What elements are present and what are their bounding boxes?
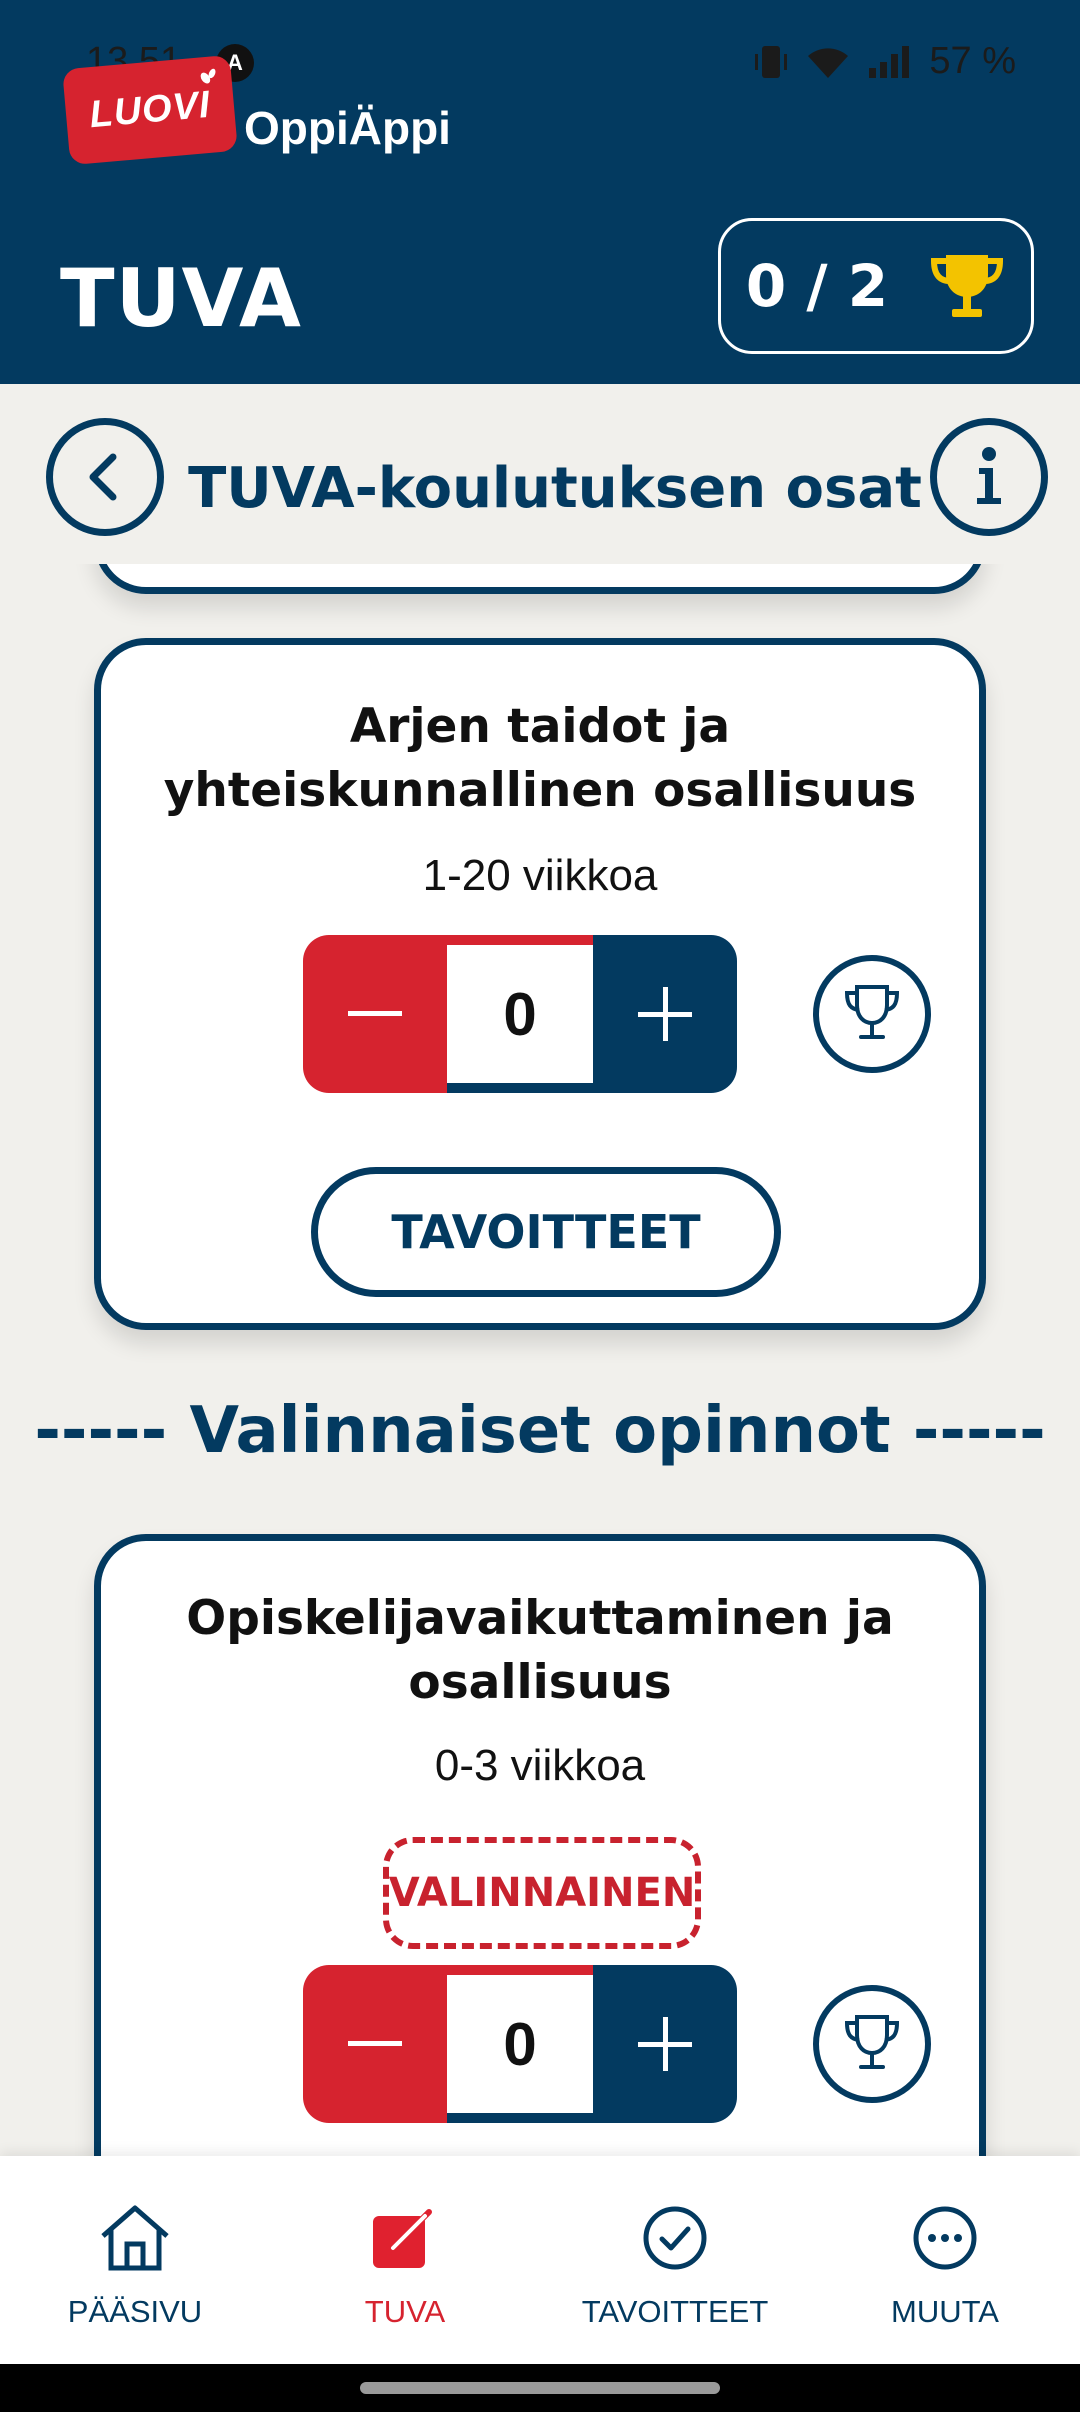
signal-icon bbox=[869, 45, 910, 78]
section-header: TUVA-koulutuksen osat bbox=[0, 384, 1080, 564]
plus-icon bbox=[638, 2017, 692, 2071]
course-card: Opiskelijavaikuttaminen ja osallisuus 0-… bbox=[94, 1534, 986, 2156]
system-gesture-bar bbox=[0, 2364, 1080, 2412]
info-button[interactable] bbox=[930, 418, 1048, 536]
nav-label: MUUTA bbox=[891, 2294, 999, 2329]
course-weeks: 1-20 viikkoa bbox=[422, 851, 658, 900]
app-name: OppiÄppi bbox=[244, 102, 451, 154]
course-list[interactable]: Arjen taidot ja yhteiskunnallinen osalli… bbox=[0, 564, 1080, 2156]
achievement-button[interactable] bbox=[813, 955, 931, 1073]
weeks-stepper: 0 bbox=[303, 1965, 737, 2123]
increment-button[interactable] bbox=[593, 1965, 737, 2123]
nav-item-more[interactable]: MUUTA bbox=[810, 2156, 1080, 2364]
optional-studies-heading: ----- Valinnaiset opinnot ----- bbox=[34, 1394, 1046, 1468]
leaf-icon bbox=[200, 68, 216, 84]
page-title: TUVA bbox=[60, 252, 302, 345]
app-header: 13.51 A 57 % LUOVI OppiÄppi TUVA 0 / 2 bbox=[0, 0, 1080, 384]
nav-label: PÄÄSIVU bbox=[67, 2294, 203, 2329]
optional-badge: VALINNAINEN bbox=[383, 1837, 701, 1949]
nav-item-tuva[interactable]: TUVA bbox=[270, 2156, 540, 2364]
course-card-previous bbox=[94, 564, 986, 594]
minus-icon bbox=[348, 1011, 402, 1016]
weeks-stepper: 0 bbox=[303, 935, 737, 1093]
increment-button[interactable] bbox=[593, 935, 737, 1093]
nav-item-goals[interactable]: TAVOITTEET bbox=[540, 2156, 810, 2364]
score-indicator[interactable]: 0 / 2 bbox=[718, 218, 1034, 354]
bottom-navigation: PÄÄSIVU TUVA TAVOITTEET MUUTA bbox=[0, 2156, 1080, 2364]
luovi-logo: LUOVI bbox=[62, 54, 238, 166]
nav-label: TAVOITTEET bbox=[581, 2294, 769, 2329]
more-dots-icon bbox=[912, 2198, 978, 2278]
course-weeks: 0-3 viikkoa bbox=[434, 1741, 646, 1790]
home-gesture-handle[interactable] bbox=[360, 2382, 720, 2394]
info-icon bbox=[977, 447, 1001, 504]
nav-label: TUVA bbox=[364, 2294, 446, 2329]
minus-icon bbox=[348, 2041, 402, 2046]
decrement-button[interactable] bbox=[303, 1965, 447, 2123]
status-icons: 57 % bbox=[753, 40, 1016, 83]
edit-note-icon bbox=[369, 2198, 441, 2278]
course-title: Arjen taidot ja yhteiskunnallinen osalli… bbox=[121, 695, 959, 823]
vibrate-icon bbox=[755, 45, 788, 78]
battery-percent: 57 % bbox=[929, 40, 1016, 82]
trophy-outline-icon bbox=[844, 985, 900, 1039]
decrement-button[interactable] bbox=[303, 935, 447, 1093]
trophy-icon bbox=[931, 255, 1004, 317]
weeks-count[interactable]: 0 bbox=[447, 935, 593, 1093]
course-title-line: yhteiskunnallinen osallisuus bbox=[163, 763, 917, 818]
course-title-line: Arjen taidot ja bbox=[349, 699, 731, 754]
logo-text: LUOVI bbox=[87, 83, 213, 136]
home-icon bbox=[97, 2198, 173, 2278]
course-card: Arjen taidot ja yhteiskunnallinen osalli… bbox=[94, 638, 986, 1330]
app-logo: LUOVI OppiÄppi bbox=[62, 54, 451, 166]
score-text: 0 / 2 bbox=[745, 252, 889, 320]
wifi-icon bbox=[808, 47, 849, 78]
nav-item-home[interactable]: PÄÄSIVU bbox=[0, 2156, 270, 2364]
section-title: TUVA-koulutuksen osat bbox=[188, 456, 922, 521]
weeks-count[interactable]: 0 bbox=[447, 1965, 593, 2123]
course-title: Opiskelijavaikuttaminen ja osallisuus bbox=[121, 1587, 959, 1715]
plus-icon bbox=[638, 987, 692, 1041]
trophy-outline-icon bbox=[844, 2015, 900, 2069]
check-circle-icon bbox=[642, 2198, 708, 2278]
goals-button[interactable]: TAVOITTEET bbox=[311, 1167, 781, 1297]
achievement-button[interactable] bbox=[813, 1985, 931, 2103]
course-title-line: osallisuus bbox=[408, 1655, 672, 1710]
course-title-line: Opiskelijavaikuttaminen ja bbox=[186, 1591, 894, 1646]
